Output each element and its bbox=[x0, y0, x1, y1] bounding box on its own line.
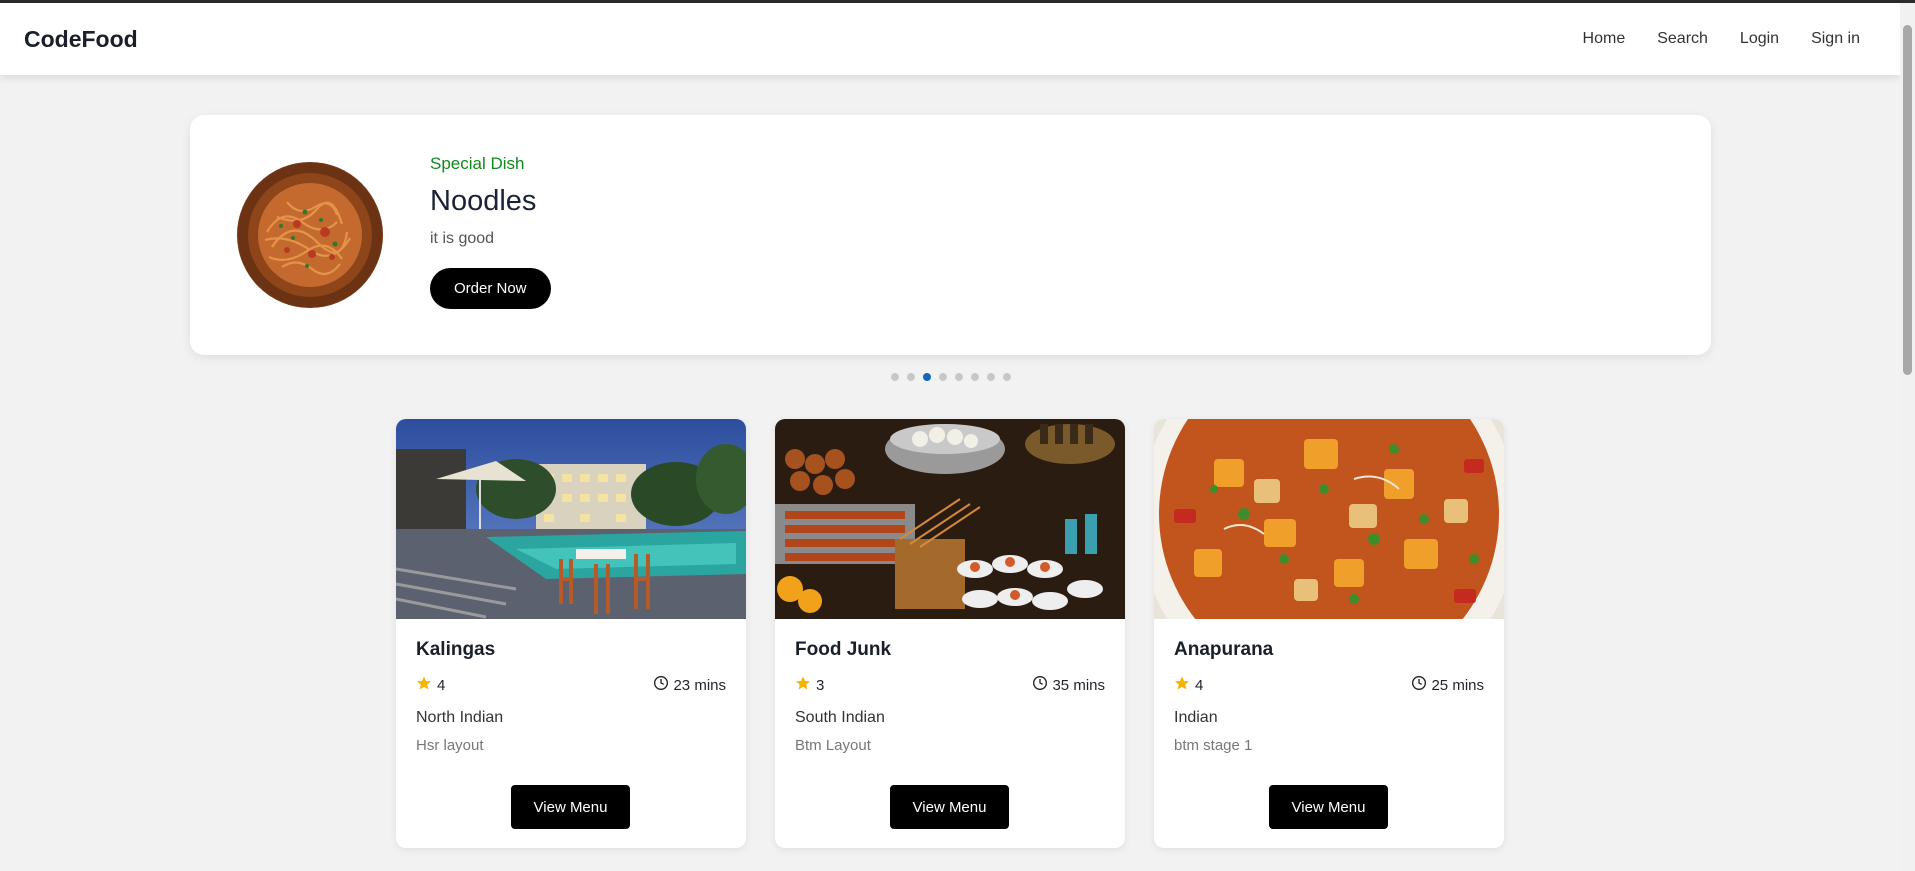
nav-home-link[interactable]: Home bbox=[1583, 30, 1626, 48]
rating-value: 4 bbox=[1195, 676, 1204, 694]
clock-icon bbox=[1032, 675, 1048, 695]
location: btm stage 1 bbox=[1174, 737, 1253, 754]
vertical-scrollbar[interactable] bbox=[1900, 3, 1915, 871]
nav-search-link[interactable]: Search bbox=[1657, 30, 1708, 48]
scrollbar-thumb[interactable] bbox=[1903, 25, 1912, 375]
rating-value: 4 bbox=[437, 676, 446, 694]
delivery-time: 23 mins bbox=[653, 675, 726, 695]
card-body: Food Junk 3 35 mins South Indian Btm Lay… bbox=[775, 619, 1125, 754]
restaurant-card[interactable]: Food Junk 3 35 mins South Indian Btm Lay… bbox=[775, 419, 1125, 848]
card-body: Kalingas 4 23 mins North Indian Hsr layo… bbox=[396, 619, 746, 754]
card-body: Anapurana 4 25 mins Indian btm stage 1 bbox=[1154, 619, 1504, 754]
restaurant-card[interactable]: Kalingas 4 23 mins North Indian Hsr layo… bbox=[396, 419, 746, 848]
star-icon bbox=[416, 675, 432, 695]
navbar: CodeFood Home Search Login Sign in bbox=[0, 3, 1900, 75]
time-value: 25 mins bbox=[1431, 676, 1484, 694]
carousel-dot[interactable] bbox=[971, 373, 979, 381]
nav-links: Home Search Login Sign in bbox=[1583, 30, 1876, 48]
rating: 4 bbox=[1174, 675, 1203, 695]
restaurant-name: Anapurana bbox=[1174, 639, 1274, 660]
poolside-restaurant-image bbox=[396, 419, 746, 619]
restaurant-name: Food Junk bbox=[795, 639, 892, 660]
rating-value: 3 bbox=[816, 676, 825, 694]
cuisine: North Indian bbox=[416, 709, 504, 726]
restaurant-card[interactable]: Anapurana 4 25 mins Indian btm stage 1 V… bbox=[1154, 419, 1504, 848]
restaurant-name: Kalingas bbox=[416, 639, 496, 660]
cuisine: South Indian bbox=[795, 709, 885, 726]
location: Btm Layout bbox=[795, 737, 871, 754]
carousel-dot[interactable] bbox=[955, 373, 963, 381]
time-value: 35 mins bbox=[1052, 676, 1105, 694]
carousel-dot[interactable] bbox=[1003, 373, 1011, 381]
hero-description: it is good bbox=[430, 230, 495, 247]
nav-signin-link[interactable]: Sign in bbox=[1811, 30, 1860, 48]
special-dish-tag: Special Dish bbox=[430, 154, 525, 173]
street-food-image bbox=[775, 419, 1125, 619]
time-value: 23 mins bbox=[673, 676, 726, 694]
restaurant-cards: Kalingas 4 23 mins North Indian Hsr layo… bbox=[396, 419, 1504, 848]
star-icon bbox=[795, 675, 811, 695]
special-dish-banner: Special Dish Noodles it is good Order No… bbox=[190, 115, 1711, 355]
carousel-dot[interactable] bbox=[939, 373, 947, 381]
view-menu-button[interactable]: View Menu bbox=[1269, 785, 1388, 829]
view-menu-button[interactable]: View Menu bbox=[890, 785, 1009, 829]
rating: 3 bbox=[795, 675, 824, 695]
noodles-plate-image bbox=[237, 162, 383, 308]
cuisine: Indian bbox=[1174, 709, 1218, 726]
carousel-dot[interactable] bbox=[923, 373, 931, 381]
location: Hsr layout bbox=[416, 737, 484, 754]
delivery-time: 35 mins bbox=[1032, 675, 1105, 695]
carousel-dot[interactable] bbox=[987, 373, 995, 381]
view-menu-button[interactable]: View Menu bbox=[511, 785, 630, 829]
delivery-time: 25 mins bbox=[1411, 675, 1484, 695]
card-meta: 4 23 mins bbox=[416, 675, 726, 695]
brand-logo[interactable]: CodeFood bbox=[24, 26, 138, 53]
carousel-dot[interactable] bbox=[891, 373, 899, 381]
curry-bowl-image bbox=[1154, 419, 1504, 619]
card-meta: 4 25 mins bbox=[1174, 675, 1484, 695]
card-meta: 3 35 mins bbox=[795, 675, 1105, 695]
order-now-button[interactable]: Order Now bbox=[430, 268, 551, 309]
clock-icon bbox=[1411, 675, 1427, 695]
hero-content: Special Dish Noodles it is good Order No… bbox=[430, 154, 551, 309]
hero-title: Noodles bbox=[430, 185, 537, 217]
clock-icon bbox=[653, 675, 669, 695]
carousel-dot[interactable] bbox=[907, 373, 915, 381]
rating: 4 bbox=[416, 675, 445, 695]
star-icon bbox=[1174, 675, 1190, 695]
carousel-indicators bbox=[891, 373, 1011, 381]
nav-login-link[interactable]: Login bbox=[1740, 30, 1779, 48]
